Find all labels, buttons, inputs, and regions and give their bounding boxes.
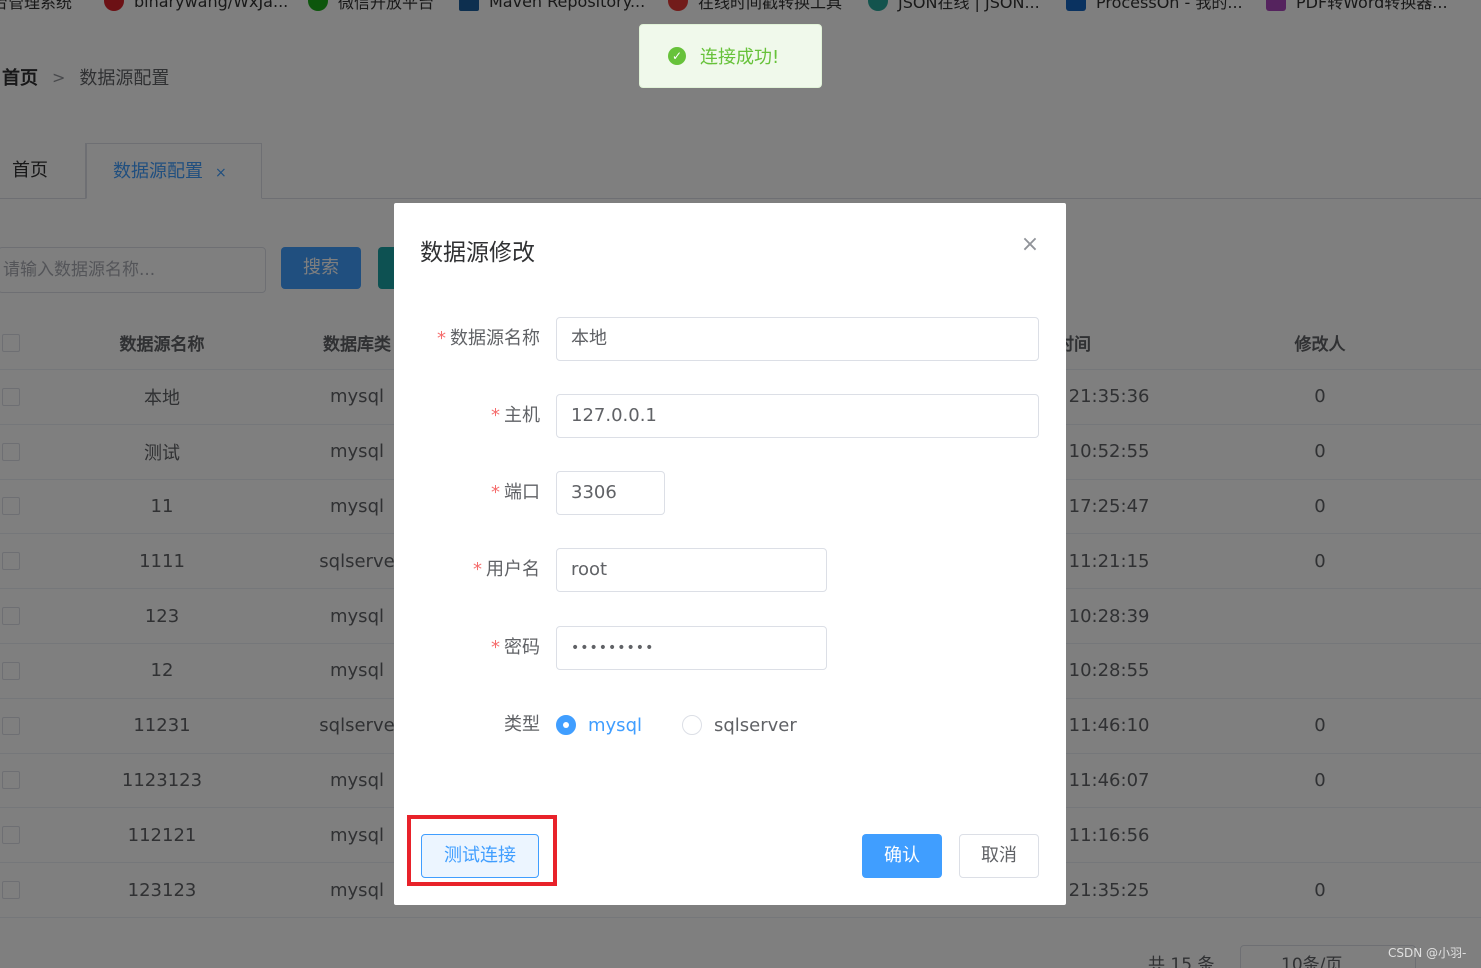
datasource-name-field[interactable]: 本地 xyxy=(556,317,1039,361)
required-mark: * xyxy=(491,405,500,426)
form-row-username: * 用户名 root xyxy=(394,548,1066,592)
field-label: 类型 xyxy=(504,714,540,735)
required-mark: * xyxy=(491,637,500,658)
success-toast: ✓ 连接成功! xyxy=(639,24,822,88)
field-label: * 密码 xyxy=(491,626,540,670)
label-text: 数据源名称 xyxy=(450,328,540,349)
radio-sqlserver[interactable]: sqlserver xyxy=(682,703,797,747)
cancel-button[interactable]: 取消 xyxy=(959,834,1039,878)
radio-label: mysql xyxy=(588,714,642,736)
toast-message: 连接成功! xyxy=(700,47,780,68)
port-field[interactable]: 3306 xyxy=(556,471,665,515)
radio-mysql[interactable]: mysql xyxy=(556,703,642,747)
radio-unchecked-icon xyxy=(682,715,702,735)
field-label: * 端口 xyxy=(491,471,540,515)
required-mark: * xyxy=(437,328,446,349)
label-text: 用户名 xyxy=(486,559,540,580)
check-circle-icon: ✓ xyxy=(668,47,686,65)
radio-label: sqlserver xyxy=(714,714,797,736)
test-connection-button[interactable]: 测试连接 xyxy=(421,834,539,878)
username-field[interactable]: root xyxy=(556,548,827,592)
radio-checked-icon xyxy=(556,715,576,735)
form-row-type: 类型 mysql sqlserver xyxy=(394,703,1066,747)
password-field[interactable]: ••••••••• xyxy=(556,626,827,670)
form-row-password: * 密码 ••••••••• xyxy=(394,626,1066,670)
field-label: * 用户名 xyxy=(473,548,540,592)
host-field[interactable]: 127.0.0.1 xyxy=(556,394,1039,438)
close-icon[interactable]: × xyxy=(1018,233,1042,257)
form-row-port: * 端口 3306 xyxy=(394,471,1066,515)
required-mark: * xyxy=(491,482,500,503)
label-text: 密码 xyxy=(504,637,540,658)
field-label: * 主机 xyxy=(491,394,540,438)
label-text: 主机 xyxy=(504,405,540,426)
required-mark: * xyxy=(473,559,482,580)
label-text: 端口 xyxy=(504,482,540,503)
edit-datasource-dialog: 数据源修改 × * 数据源名称 本地 * 主机 127.0.0.1 * 端口 3306… xyxy=(394,203,1066,905)
form-row-host: * 主机 127.0.0.1 xyxy=(394,394,1066,438)
confirm-button[interactable]: 确认 xyxy=(862,834,942,878)
field-label: * 数据源名称 xyxy=(437,317,540,361)
watermark: CSDN @小羽- xyxy=(1388,946,1467,960)
form-row-name: * 数据源名称 本地 xyxy=(394,317,1066,361)
dialog-title: 数据源修改 xyxy=(420,240,535,266)
